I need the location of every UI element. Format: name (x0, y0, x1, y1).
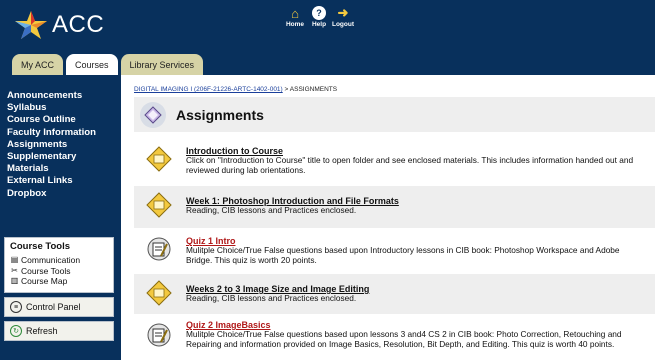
sidebar-item-course-outline[interactable]: Course Outline (7, 114, 119, 126)
breadcrumb: DIGITAL IMAGING I (206F-21226-ARTC-1402-… (134, 86, 337, 93)
folder-icon (144, 278, 174, 308)
logout-link[interactable]: ➜ Logout (331, 5, 355, 28)
help-link[interactable]: ? Help (309, 6, 329, 28)
communication-icon: ▤ (10, 255, 19, 264)
folder-icon (144, 190, 174, 220)
help-label: Help (311, 21, 327, 28)
course-tools-title: Course Tools (10, 241, 70, 252)
item-body: Weeks 2 to 3 Image Size and Image Editin… (186, 274, 646, 314)
item-body: Quiz 1 Intro Mulitple Choice/True False … (186, 230, 646, 272)
breadcrumb-course-link[interactable]: DIGITAL IMAGING I (206F-21226-ARTC-1402-… (134, 86, 283, 93)
page-title: Assignments (176, 106, 264, 123)
tool-course-map[interactable]: ▥ Course Map (10, 276, 108, 287)
item-description: Mulitple Choice/True False questions bas… (186, 329, 622, 349)
sidebar-item-faculty-information[interactable]: Faculty Information (7, 127, 119, 139)
tool-communication-label: Communication (21, 255, 81, 265)
sidebar-item-syllabus[interactable]: Syllabus (7, 102, 119, 114)
item-description: Reading, CIB lessons and Practices enclo… (186, 293, 357, 303)
refresh-icon: ↻ (10, 325, 22, 337)
sidebar-item-dropbox[interactable]: Dropbox (7, 188, 119, 200)
course-tools-box: Course Tools ▤ Communication ✂ Course To… (4, 237, 114, 293)
list-item: Weeks 2 to 3 Image Size and Image Editin… (134, 274, 655, 314)
top-nav: ⌂ Home ? Help ➜ Logout (285, 5, 355, 29)
tool-course-tools[interactable]: ✂ Course Tools (10, 266, 108, 277)
logout-label: Logout (331, 21, 355, 28)
breadcrumb-current: > ASSIGNMENTS (282, 86, 338, 93)
tab-library-services[interactable]: Library Services (120, 54, 204, 75)
list-item: Introduction to Course Click on "Introdu… (134, 140, 655, 184)
folder-icon (144, 144, 174, 174)
home-link[interactable]: ⌂ Home (285, 5, 305, 29)
acc-logo[interactable]: ACC (14, 8, 104, 42)
tool-course-map-label: Course Map (21, 276, 68, 286)
refresh-button[interactable]: ↻ Refresh (4, 321, 114, 341)
list-item: Week 1: Photoshop Introduction and File … (134, 186, 655, 228)
sidebar-item-supplementary-materials[interactable]: Supplementary Materials (7, 151, 119, 175)
map-icon: ▥ (10, 276, 19, 285)
control-panel-label: Control Panel (26, 302, 81, 312)
item-description: Click on "Introduction to Course" title … (186, 155, 634, 175)
sidebar-item-assignments[interactable]: Assignments (7, 139, 119, 151)
refresh-label: Refresh (26, 326, 58, 336)
control-panel-button[interactable]: ≡ Control Panel (4, 297, 114, 317)
tab-my-acc[interactable]: My ACC (12, 54, 64, 75)
control-panel-icon: ≡ (10, 301, 22, 313)
help-icon: ? (312, 6, 326, 20)
sidebar-item-external-links[interactable]: External Links (7, 175, 119, 187)
sidebar-item-announcements[interactable]: Announcements (7, 90, 119, 102)
star-logo-icon (15, 11, 47, 39)
tab-courses[interactable]: Courses (66, 54, 118, 75)
item-body: Introduction to Course Click on "Introdu… (186, 140, 646, 184)
tool-communication[interactable]: ▤ Communication (10, 255, 108, 266)
home-icon: ⌂ (291, 5, 299, 21)
logo-text: ACC (52, 11, 105, 38)
quiz-icon (144, 234, 174, 264)
page-title-row: Assignments (134, 97, 655, 132)
item-description: Reading, CIB lessons and Practices enclo… (186, 205, 357, 215)
item-description: Mulitple Choice/True False questions bas… (186, 245, 620, 265)
home-label: Home (285, 21, 305, 28)
logout-icon: ➜ (337, 5, 349, 20)
quiz-icon (144, 320, 174, 350)
course-menu: Announcements Syllabus Course Outline Fa… (7, 90, 119, 200)
list-item: Quiz 2 ImageBasics Mulitple Choice/True … (134, 316, 655, 360)
tools-icon: ✂ (11, 265, 18, 275)
tool-course-tools-label: Course Tools (21, 265, 71, 276)
course-sidebar: Announcements Syllabus Course Outline Fa… (0, 75, 121, 360)
main-tabs: My ACC Courses Library Services (12, 54, 204, 75)
list-item: Quiz 1 Intro Mulitple Choice/True False … (134, 230, 655, 272)
item-body: Week 1: Photoshop Introduction and File … (186, 186, 646, 228)
assignments-icon (140, 101, 166, 128)
item-body: Quiz 2 ImageBasics Mulitple Choice/True … (186, 316, 646, 360)
